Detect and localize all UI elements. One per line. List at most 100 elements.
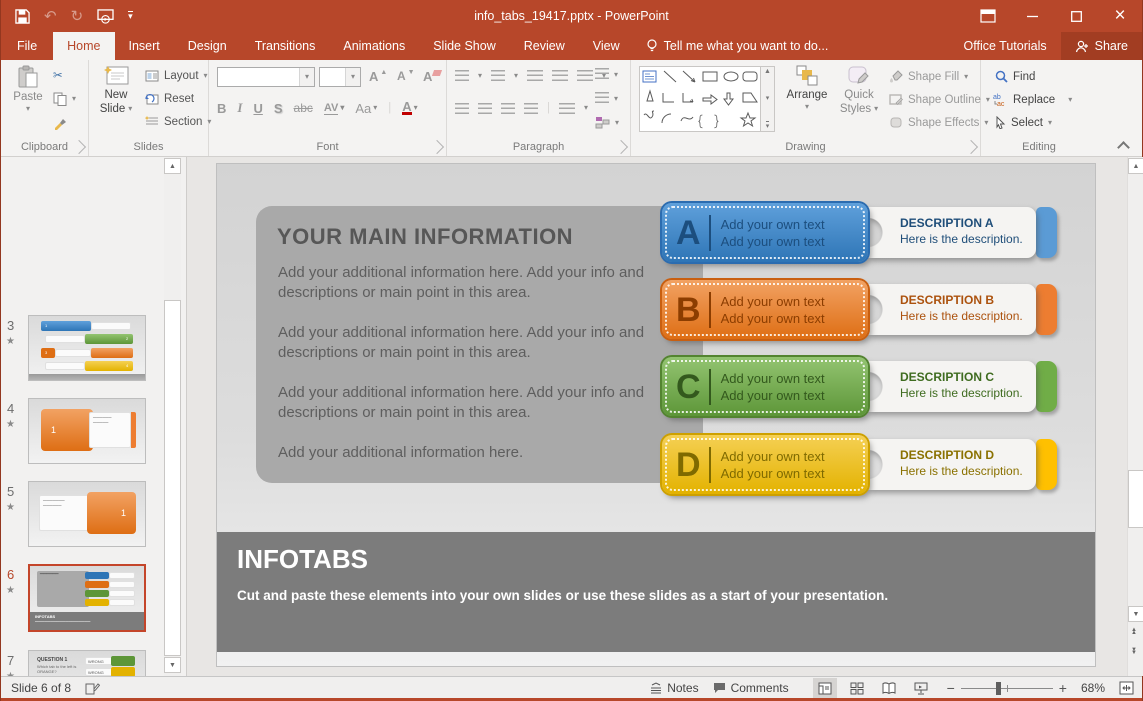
fit-to-window-icon[interactable] <box>1119 681 1134 695</box>
thumbnail-scroll-thumb[interactable] <box>164 300 181 656</box>
text-shadow-button[interactable]: S <box>274 101 283 116</box>
slide-show-view-button[interactable] <box>909 678 933 698</box>
arrange-button[interactable]: Arrange ▾ <box>783 65 831 111</box>
font-color-button[interactable]: A <box>402 101 411 116</box>
text-direction-icon[interactable] <box>595 68 609 81</box>
decrease-indent-icon[interactable] <box>527 70 543 81</box>
ribbon-display-options-icon[interactable] <box>966 0 1010 32</box>
mini-number: 1 <box>121 508 126 519</box>
copy-button[interactable]: ▾ <box>53 92 76 106</box>
align-text-icon[interactable] <box>595 92 609 105</box>
tell-me-box[interactable]: Tell me what you want to do... <box>634 32 841 60</box>
font-name-combo[interactable]: ▾ <box>217 67 315 87</box>
main-scroll-thumb[interactable] <box>1128 470 1143 528</box>
underline-button[interactable]: U <box>253 101 262 116</box>
zoom-level-label[interactable]: 68% <box>1081 681 1105 695</box>
shapes-gallery[interactable]: ▲▾▾ <box>639 66 775 132</box>
main-scrollbar[interactable]: ▲ ▼ ▲▲ ▼▼ <box>1127 157 1143 676</box>
zoom-slider[interactable] <box>961 678 1053 698</box>
cut-button[interactable]: ✂ <box>53 68 63 82</box>
shrink-font-button[interactable]: A▼ <box>397 69 415 83</box>
maximize-button[interactable] <box>1054 0 1098 32</box>
bold-button[interactable]: B <box>217 101 226 116</box>
columns-icon[interactable] <box>559 103 575 114</box>
font-size-combo[interactable]: ▾ <box>319 67 361 87</box>
zoom-out-button[interactable]: − <box>947 680 955 696</box>
align-center-icon[interactable] <box>478 103 492 114</box>
clear-formatting-button[interactable]: A <box>423 69 441 84</box>
main-scroll-down-button[interactable]: ▼ <box>1128 606 1143 622</box>
tab-b[interactable]: B Add your own textAdd your own text <box>662 280 868 339</box>
next-slide-button[interactable]: ▼▼ <box>1131 649 1137 656</box>
character-spacing-button[interactable]: AV▾ <box>324 102 344 115</box>
tab-c[interactable]: C Add your own textAdd your own text <box>662 357 868 416</box>
increase-indent-icon[interactable] <box>552 70 568 81</box>
shapes-scrollbar[interactable]: ▲▾▾ <box>760 67 774 131</box>
slide-thumbnail-4[interactable]: 1 ▔▔▔▔▔▔▔▔▔▔▔ <box>28 398 146 464</box>
main-scroll-up-button[interactable]: ▲ <box>1128 158 1143 174</box>
notes-toggle[interactable]: Notes <box>650 681 698 695</box>
format-painter-button[interactable] <box>53 116 67 130</box>
tab-b-description-card[interactable]: DESCRIPTION B Here is the description. <box>868 284 1036 335</box>
numbering-icon[interactable] <box>491 70 505 81</box>
tab-design[interactable]: Design <box>174 32 241 60</box>
italic-button[interactable]: I <box>237 100 242 116</box>
tab-insert[interactable]: Insert <box>115 32 174 60</box>
strikethrough-button[interactable]: abc <box>294 101 313 115</box>
align-left-icon[interactable] <box>455 103 469 114</box>
new-slide-button[interactable]: New Slide▾ <box>95 65 137 115</box>
infotabs-footer-band[interactable]: INFOTABS Cut and paste these elements in… <box>217 532 1095 652</box>
justify-icon[interactable] <box>524 103 538 114</box>
tab-d-description-card[interactable]: DESCRIPTION D Here is the description. <box>868 439 1036 490</box>
comments-toggle[interactable]: Comments <box>713 681 789 695</box>
normal-view-button[interactable] <box>813 678 837 698</box>
shape-fill-button[interactable]: Shape Fill▾ <box>889 70 968 83</box>
tab-a-description-card[interactable]: DESCRIPTION A Here is the description. <box>868 207 1036 258</box>
tab-transitions[interactable]: Transitions <box>241 32 330 60</box>
shape-outline-button[interactable]: Shape Outline▾ <box>889 93 990 106</box>
previous-slide-button[interactable]: ▲▲ <box>1131 629 1137 636</box>
replace-button[interactable]: abac Replace ▾ <box>993 93 1072 106</box>
change-case-button[interactable]: Aa <box>355 101 371 116</box>
grow-font-button[interactable]: A▲ <box>369 69 387 84</box>
minimize-button[interactable] <box>1010 0 1054 32</box>
tab-animations[interactable]: Animations <box>329 32 419 60</box>
zoom-in-button[interactable]: + <box>1059 680 1067 696</box>
reset-button[interactable]: Reset <box>145 93 194 105</box>
tab-file[interactable]: File <box>1 32 53 60</box>
office-tutorials-link[interactable]: Office Tutorials <box>950 32 1061 60</box>
layout-button[interactable]: Layout▾ <box>145 70 208 82</box>
reading-view-button[interactable] <box>877 678 901 698</box>
collapse-ribbon-icon[interactable] <box>1117 141 1130 154</box>
notes-pen-icon[interactable] <box>85 682 100 695</box>
tab-d[interactable]: D Add your own textAdd your own text <box>662 435 868 494</box>
tab-a[interactable]: A Add your own textAdd your own text <box>662 203 868 262</box>
paste-button[interactable]: Paste ▾ <box>9 65 47 113</box>
bullets-icon[interactable] <box>455 70 469 81</box>
slide-thumbnail-3[interactable]: 1 2 3 4 <box>28 315 146 381</box>
thumbnail-scroll-up-button[interactable]: ▲ <box>164 158 181 174</box>
close-button[interactable]: × <box>1098 0 1142 32</box>
tab-review[interactable]: Review <box>510 32 579 60</box>
smartart-icon[interactable] <box>595 116 610 129</box>
find-button[interactable]: Find <box>995 70 1035 83</box>
slide-sorter-view-button[interactable] <box>845 678 869 698</box>
main-information-panel[interactable]: YOUR MAIN INFORMATION Add your additiona… <box>256 206 703 483</box>
quick-styles-button[interactable]: Quick Styles▾ <box>835 65 883 115</box>
line-spacing-icon[interactable] <box>577 70 593 81</box>
tab-c-description-card[interactable]: DESCRIPTION C Here is the description. <box>868 361 1036 412</box>
share-button[interactable]: Share <box>1061 32 1142 60</box>
section-button[interactable]: Section▾ <box>145 116 211 128</box>
thumbnail-scroll-down-button[interactable]: ▼ <box>164 657 181 673</box>
tab-home[interactable]: Home <box>53 32 114 60</box>
tab-view[interactable]: View <box>579 32 634 60</box>
tab-slide-show[interactable]: Slide Show <box>419 32 510 60</box>
shape-effects-button[interactable]: Shape Effects▾ <box>889 116 988 129</box>
slide-thumbnail-5[interactable]: 1 ▔▔▔▔▔▔▔▔▔▔▔▔▔ <box>28 481 146 547</box>
zoom-slider-knob[interactable] <box>996 682 1001 695</box>
align-right-icon[interactable] <box>501 103 515 114</box>
slide-thumbnail-6-selected[interactable]: ▔▔▔▔▔▔ INFOTABS ▔▔▔▔▔▔▔▔▔▔▔▔▔▔▔▔▔▔ <box>28 564 146 632</box>
thumbnail-scrollbar[interactable]: ▲ ▼ <box>164 157 181 676</box>
slide-canvas[interactable]: YOUR MAIN INFORMATION Add your additiona… <box>217 164 1095 666</box>
select-button[interactable]: Select▾ <box>995 116 1052 129</box>
